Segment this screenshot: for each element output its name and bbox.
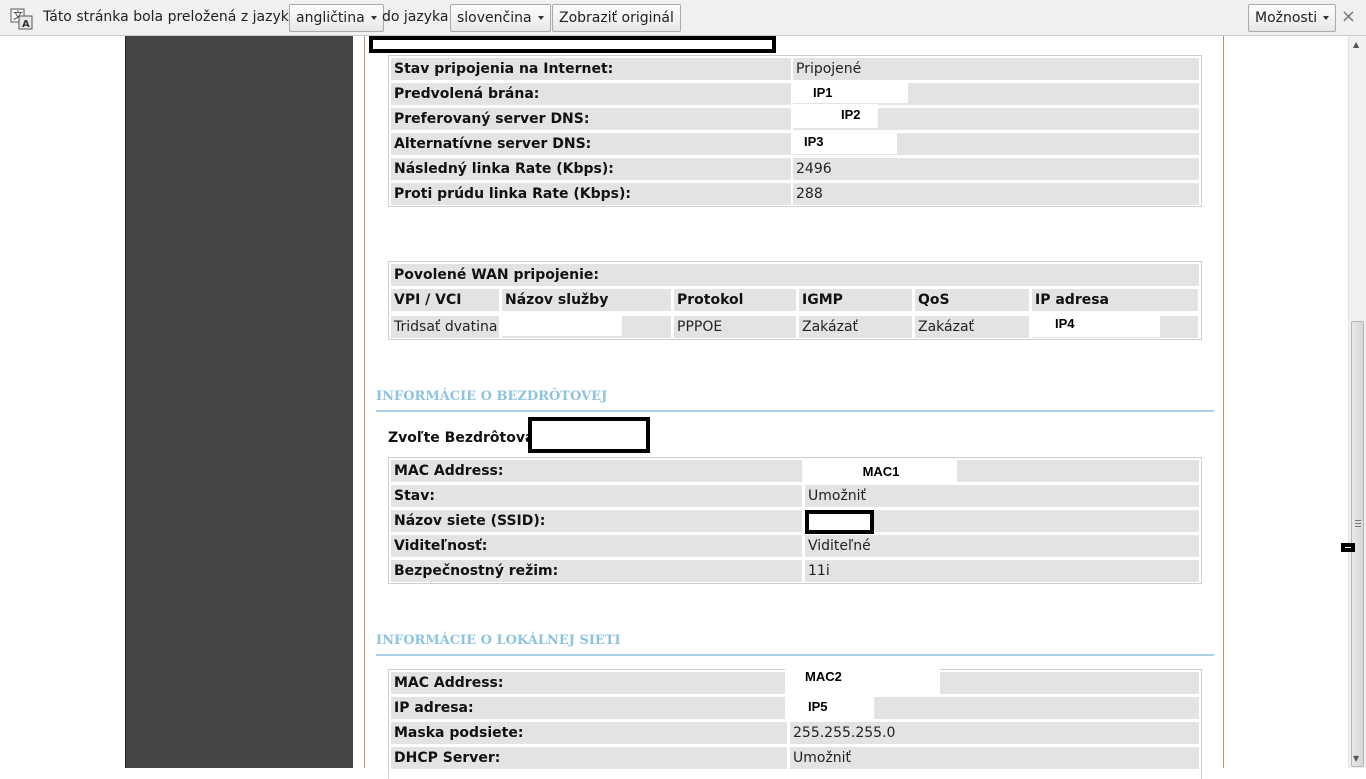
wan-cell-qos: Zakázať [915,316,1029,338]
scroll-up-icon[interactable]: ▲ [1353,40,1359,49]
translate-message: Táto stránka bola preložená z jazyka [43,9,298,25]
wireless-section-title: INFORMÁCIE O BEZDRÔTOVEJ [376,389,608,404]
lan-mac-label: MAC Address: [391,672,787,694]
wan-cell-igmp: Zakázať [799,316,912,338]
downstream-rate-value: 2496 [793,158,1199,180]
target-language-dropdown[interactable]: slovenčina [450,4,551,32]
internet-status-value: Pripojené [793,58,1199,80]
lan-section-divider [376,654,1214,656]
left-sidebar [125,36,353,768]
lan-ip-label: IP adresa: [391,697,787,719]
chevron-down-icon [1323,16,1330,20]
wan-header-ip: IP adresa [1032,289,1198,311]
wireless-section-divider [376,410,1214,412]
wireless-select[interactable] [528,417,650,453]
lan-ip-value: IP5 [785,695,874,719]
svg-text:A: A [22,19,30,30]
target-language-label: slovenčina [457,10,532,26]
source-language-label: angličtina [296,10,365,26]
lan-table: MAC Address: MAC2 IP adresa: IP5 Maska p… [388,665,1202,779]
translate-bar: 文 A Táto stránka bola preložená z jazyka… [0,0,1366,36]
wan-ip-value: IP4 [1030,313,1160,337]
show-original-button[interactable]: Zobraziť originál [552,4,681,32]
downstream-rate-label: Následný linka Rate (Kbps): [391,158,791,180]
wan-header-protocol: Protokol [674,289,796,311]
lan-section-title: INFORMÁCIE O LOKÁLNEJ SIETI [376,633,621,648]
chevron-down-icon [370,16,377,20]
chevron-down-icon [537,16,544,20]
wireless-mac-value: MAC1 [805,458,957,485]
internet-status-label: Stav pripojenia na Internet: [391,58,791,80]
scroll-down-icon[interactable]: ▼ [1353,754,1359,763]
grip-line [1355,523,1361,524]
wan-header-vpi: VPI / VCI [391,289,499,311]
wan-connections-table: Povolené WAN pripojenie: VPI / VCI Názov… [388,261,1202,340]
internet-status-table: Stav pripojenia na Internet: Pripojené P… [388,55,1202,207]
wireless-visibility-label: Viditeľnosť: [391,535,802,557]
wan-header-qos: QoS [915,289,1029,311]
alternate-dns-label: Alternatívne server DNS: [391,133,791,155]
wireless-ssid-label: Názov siete (SSID): [391,510,802,532]
wireless-visibility-value: Viditeľné [805,535,1199,557]
wan-cell-vpi: Tridsať dvatina [391,316,499,338]
wan-cell-protocol: PPPOE [674,316,796,338]
to-language-label: do jazyka [382,9,449,25]
wan-title: Povolené WAN pripojenie: [391,264,1199,286]
wireless-select-label: Zvoľte Bezdrôtová: [388,430,541,446]
lan-dhcp-label: DHCP Server: [391,747,787,769]
wireless-mac-label: MAC Address: [391,460,802,482]
default-gateway-label: Predvolená brána: [391,83,791,105]
source-language-dropdown[interactable]: angličtina [289,4,384,32]
wireless-security-value: 11i [805,560,1199,582]
grip-line [1355,526,1361,527]
preferred-dns-value: IP2 [791,104,878,128]
redacted-header [369,36,776,53]
wan-service-value [501,315,622,336]
wireless-ssid-redacted [805,510,874,534]
default-gateway-value: IP1 [793,82,908,103]
lan-subnet-value: 255.255.255.0 [790,722,1199,744]
options-label: Možnosti [1255,10,1318,26]
lan-dhcp-value: Umožniť [790,747,1199,769]
close-icon[interactable]: × [1341,8,1356,26]
translate-icon: 文 A [10,8,33,30]
scroll-marker-icon [1341,543,1355,552]
wireless-security-label: Bezpečnostný režim: [391,560,802,582]
wireless-status-value: Umožniť [805,485,1199,507]
options-dropdown[interactable]: Možnosti [1248,4,1337,32]
wan-header-igmp: IGMP [799,289,912,311]
wireless-table: MAC Address: MAC1 Stav: Umožniť Názov si… [388,457,1202,584]
lan-mac-value: MAC2 [785,665,940,694]
vertical-scrollbar[interactable]: ▲ ▼ [1348,36,1366,768]
wan-header-service: Názov služby [502,289,671,311]
upstream-rate-label: Proti prúdu linka Rate (Kbps): [391,183,791,205]
preferred-dns-label: Preferovaný server DNS: [391,108,791,130]
content-border-right [1223,36,1224,768]
wireless-status-label: Stav: [391,485,802,507]
alternate-dns-value: IP3 [793,130,897,154]
lan-subnet-label: Maska podsiete: [391,722,787,744]
grip-line [1355,520,1361,521]
content-border-left [364,36,365,768]
upstream-rate-value: 288 [793,183,1199,205]
